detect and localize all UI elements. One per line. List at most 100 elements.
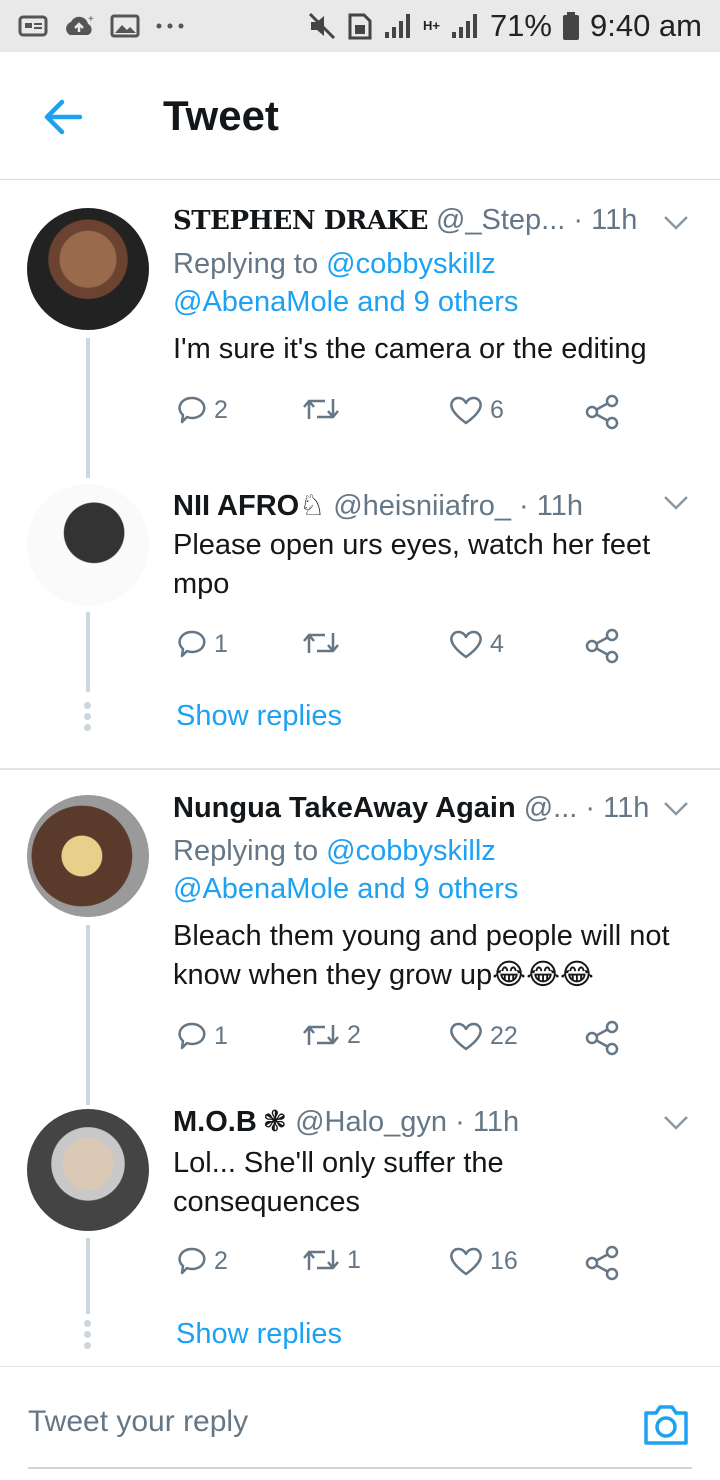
name-emoji: ♘ <box>299 490 326 522</box>
tweet-time: · 11h <box>585 792 650 824</box>
chevron-down-icon[interactable] <box>662 1114 690 1132</box>
tweet-header: M.O.B ❃ @Halo_gyn · 11h <box>173 1104 690 1144</box>
like-button[interactable]: 16 <box>448 1245 518 1277</box>
retweet-count: 1 <box>347 1245 361 1274</box>
replying-user-link[interactable]: @cobbyskillz <box>326 835 496 867</box>
chevron-down-icon[interactable] <box>662 214 690 232</box>
tweet-card[interactable]: STEPHEN DRAKE @_Step... · 11h Replying t… <box>0 182 720 478</box>
retweet-icon <box>303 1025 339 1045</box>
like-button[interactable]: 22 <box>448 1020 518 1052</box>
thread-line <box>86 925 90 1105</box>
heart-icon <box>450 396 482 425</box>
show-replies-link[interactable]: Show replies <box>176 1318 342 1351</box>
like-button[interactable]: 6 <box>448 394 504 426</box>
display-name[interactable]: M.O.B <box>173 1106 257 1139</box>
reply-button[interactable]: 1 <box>176 1020 228 1052</box>
like-count: 6 <box>490 395 504 424</box>
back-arrow-icon[interactable] <box>40 94 86 140</box>
share-icon <box>585 1245 619 1281</box>
thread-more-dots <box>84 1320 92 1353</box>
share-button[interactable] <box>584 1245 620 1281</box>
tweet-actions: 2 1 16 <box>173 1245 633 1285</box>
image-icon <box>110 14 140 38</box>
avatar[interactable] <box>27 795 149 917</box>
contact-card-icon <box>18 15 48 37</box>
tweet-time: · 11h <box>519 490 583 522</box>
retweet-icon <box>303 633 339 653</box>
share-icon <box>585 1020 619 1056</box>
tweet-time: · 11h <box>573 204 638 236</box>
like-count: 22 <box>490 1021 518 1050</box>
tweet-text: I'm sure it's the camera or the editing <box>173 333 647 365</box>
page-title: Tweet <box>163 92 279 139</box>
system-status: H+ 71% 9:40 am <box>307 8 702 44</box>
reply-icon <box>178 1022 206 1050</box>
battery-percent: 71% <box>489 8 552 43</box>
replying-others-link[interactable]: @AbenaMole and 9 others <box>173 286 518 318</box>
tweet-time: · 11h <box>455 1106 520 1138</box>
user-handle[interactable]: @_Step... <box>436 204 565 237</box>
signal-icon-1 <box>384 14 410 38</box>
replying-others-link[interactable]: @AbenaMole and 9 others <box>173 873 518 905</box>
reply-count: 1 <box>214 1021 228 1050</box>
avatar[interactable] <box>27 208 149 330</box>
chevron-down-icon[interactable] <box>662 494 690 512</box>
notification-icons: + <box>18 13 186 39</box>
reply-button[interactable]: 1 <box>176 628 228 660</box>
avatar[interactable] <box>27 1109 149 1231</box>
retweet-button[interactable] <box>301 394 347 424</box>
tweet-card[interactable]: M.O.B ❃ @Halo_gyn · 11h Lol... She'll onl… <box>0 1100 720 1365</box>
retweet-count: 2 <box>347 1020 361 1049</box>
mute-icon <box>308 12 336 40</box>
reply-icon <box>178 1247 206 1275</box>
tweet-card[interactable]: Nungua TakeAway Again @... · 11h Replyin… <box>0 770 720 1105</box>
app-header: Tweet <box>0 52 720 180</box>
tweet-actions: 1 4 <box>173 628 633 668</box>
reply-button[interactable]: 2 <box>176 1245 228 1277</box>
share-button[interactable] <box>584 628 620 664</box>
retweet-button[interactable] <box>301 628 347 658</box>
avatar[interactable] <box>27 484 149 606</box>
share-button[interactable] <box>584 394 620 430</box>
tweet-actions: 1 2 22 <box>173 1020 633 1060</box>
replying-prefix: Replying to <box>173 835 327 867</box>
replying-to: Replying to @cobbyskillz @AbenaMole and … <box>173 245 693 321</box>
reply-count: 2 <box>214 395 228 424</box>
camera-icon[interactable] <box>642 1401 690 1447</box>
reply-icon <box>178 630 206 658</box>
reply-input-underline <box>28 1467 692 1469</box>
display-name[interactable]: NII AFRO <box>173 490 299 523</box>
replying-prefix: Replying to <box>173 248 327 280</box>
signal-icon-2 <box>451 14 477 38</box>
user-handle[interactable]: @... <box>524 792 578 825</box>
reply-input[interactable]: Tweet your reply <box>28 1405 248 1439</box>
heart-icon <box>450 1247 482 1276</box>
like-count: 4 <box>490 629 504 658</box>
user-handle[interactable]: @Halo_gyn <box>295 1106 447 1139</box>
thread-line <box>86 1238 90 1314</box>
tweet-text: Lol... She'll only suffer the consequenc… <box>173 1147 504 1218</box>
tweet-card[interactable]: NII AFRO ♘ @heisniiafro_ · 11h Please ope… <box>0 472 720 767</box>
chevron-down-icon[interactable] <box>662 800 690 818</box>
thread-line <box>86 612 90 692</box>
share-button[interactable] <box>584 1020 620 1056</box>
retweet-button[interactable]: 2 <box>301 1020 361 1050</box>
user-handle[interactable]: @heisniiafro_ <box>333 490 511 523</box>
more-notifications-icon <box>156 23 184 29</box>
reply-icon <box>178 396 206 424</box>
share-icon <box>585 628 619 664</box>
tweet-text: Please open urs eyes, watch her feet mpo <box>173 529 651 600</box>
show-replies-link[interactable]: Show replies <box>176 700 342 733</box>
tweet-header: STEPHEN DRAKE @_Step... · 11h <box>173 204 690 244</box>
reply-button[interactable]: 2 <box>176 394 228 426</box>
replying-user-link[interactable]: @cobbyskillz <box>326 248 496 280</box>
retweet-button[interactable]: 1 <box>301 1245 361 1275</box>
display-name[interactable]: STEPHEN DRAKE <box>173 206 428 236</box>
reply-composer: Tweet your reply <box>0 1366 720 1480</box>
display-name[interactable]: Nungua TakeAway Again <box>173 792 516 825</box>
tweet-actions: 2 6 <box>173 394 633 434</box>
like-button[interactable]: 4 <box>448 628 504 660</box>
like-count: 16 <box>490 1246 518 1275</box>
status-bar: + H+ 71% 9:40 am <box>0 0 720 52</box>
tweet-header: NII AFRO ♘ @heisniiafro_ · 11h <box>173 488 690 528</box>
